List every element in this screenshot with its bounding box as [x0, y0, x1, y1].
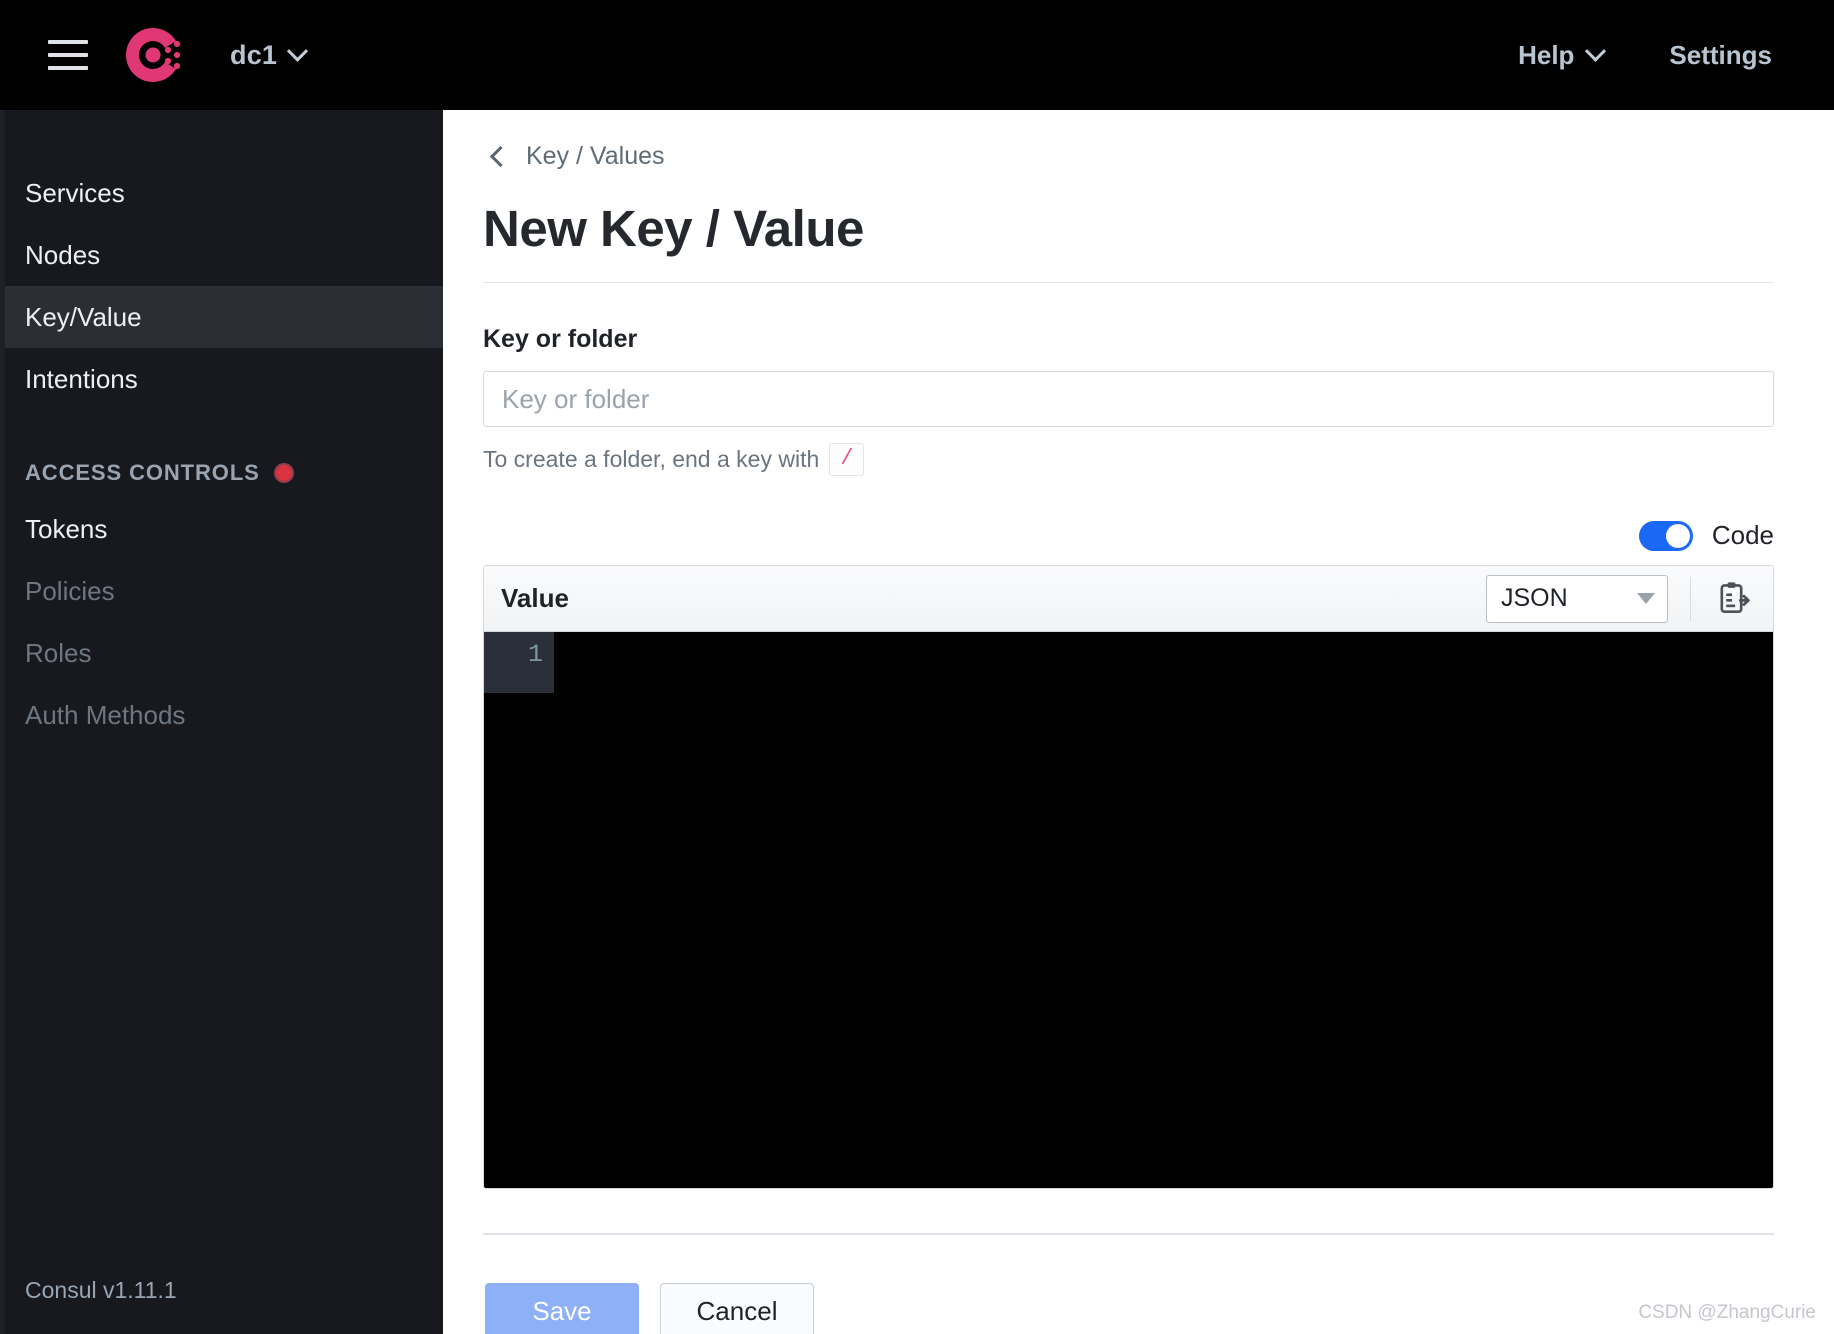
sidebar-item-policies[interactable]: Policies	[5, 560, 443, 622]
sidebar-item-label: Nodes	[25, 240, 100, 271]
key-field-label: Key or folder	[483, 325, 1774, 354]
chevron-left-icon	[490, 146, 511, 167]
triangle-down-icon	[1637, 593, 1655, 604]
sidebar-version-label: Consul v1.11.1	[5, 1277, 443, 1334]
top-nav-links: Help Settings	[1518, 40, 1772, 71]
language-select-value: JSON	[1501, 584, 1568, 613]
code-editor-area[interactable]: 1	[484, 632, 1773, 1188]
slash-code-chip: /	[829, 443, 864, 476]
hamburger-bar	[48, 40, 88, 44]
chevron-down-icon	[287, 40, 308, 61]
code-toggle-row: Code	[483, 520, 1774, 551]
breadcrumb[interactable]: Key / Values	[487, 110, 1774, 171]
hamburger-bar	[48, 66, 88, 70]
save-button[interactable]: Save	[485, 1283, 639, 1334]
settings-link[interactable]: Settings	[1669, 40, 1772, 71]
sidebar-nav: Services Nodes Key/Value Intentions ACCE…	[5, 110, 443, 746]
sidebar-item-label: Tokens	[25, 514, 107, 545]
watermark: CSDN @ZhangCurie	[1638, 1302, 1816, 1324]
sidebar: Services Nodes Key/Value Intentions ACCE…	[0, 110, 443, 1334]
sidebar-item-intentions[interactable]: Intentions	[5, 348, 443, 410]
form-actions: Save Cancel	[485, 1283, 1774, 1334]
cancel-button[interactable]: Cancel	[660, 1283, 814, 1334]
hamburger-icon[interactable]	[48, 40, 88, 70]
key-or-folder-input[interactable]	[483, 371, 1774, 427]
main-content: Key / Values New Key / Value Key or fold…	[443, 110, 1834, 1334]
consul-logo-icon[interactable]	[120, 22, 186, 88]
title-divider	[483, 282, 1774, 283]
sidebar-item-label: Roles	[25, 638, 91, 669]
datacenter-label: dc1	[230, 40, 277, 71]
clipboard-paste-icon[interactable]	[1713, 578, 1755, 620]
app-body: Services Nodes Key/Value Intentions ACCE…	[0, 110, 1834, 1334]
hamburger-bar	[48, 53, 88, 57]
sidebar-item-label: Intentions	[25, 364, 138, 395]
sidebar-item-key-value[interactable]: Key/Value	[5, 286, 443, 348]
sidebar-item-label: Policies	[25, 576, 115, 607]
sidebar-item-label: Auth Methods	[25, 700, 185, 731]
code-toggle[interactable]	[1639, 521, 1693, 551]
chevron-down-icon	[1585, 40, 1606, 61]
app-root: dc1 Help Settings Services Nodes Key/Val	[0, 0, 1834, 1334]
help-label: Help	[1518, 40, 1574, 71]
sidebar-item-roles[interactable]: Roles	[5, 622, 443, 684]
form-divider	[483, 1233, 1774, 1235]
top-navigation-bar: dc1 Help Settings	[0, 0, 1834, 110]
sidebar-item-services[interactable]: Services	[5, 162, 443, 224]
line-number: 1	[528, 640, 543, 669]
value-editor-tools: JSON	[1486, 575, 1761, 623]
value-editor-title: Value	[501, 583, 569, 614]
key-field-help: To create a folder, end a key with /	[483, 443, 1774, 476]
datacenter-selector[interactable]: dc1	[230, 40, 305, 71]
toggle-knob	[1666, 524, 1690, 548]
editor-gutter: 1	[484, 632, 554, 693]
breadcrumb-label: Key / Values	[526, 142, 665, 171]
help-menu[interactable]: Help	[1518, 40, 1603, 71]
sidebar-item-nodes[interactable]: Nodes	[5, 224, 443, 286]
sidebar-item-auth-methods[interactable]: Auth Methods	[5, 684, 443, 746]
page-title: New Key / Value	[483, 199, 1774, 258]
sidebar-section-label: ACCESS CONTROLS	[25, 460, 260, 486]
sidebar-section-access-controls: ACCESS CONTROLS	[5, 448, 443, 498]
editor-text-surface[interactable]	[554, 632, 1773, 1188]
record-dot-icon	[274, 463, 294, 483]
code-toggle-label: Code	[1712, 520, 1774, 551]
toolbar-divider	[1690, 577, 1691, 621]
sidebar-item-label: Key/Value	[25, 302, 142, 333]
sidebar-item-label: Services	[25, 178, 125, 209]
language-select[interactable]: JSON	[1486, 575, 1668, 623]
value-editor-header: Value JSON	[484, 566, 1773, 632]
value-editor: Value JSON	[483, 565, 1774, 1189]
sidebar-item-tokens[interactable]: Tokens	[5, 498, 443, 560]
key-field-help-text: To create a folder, end a key with	[483, 446, 819, 473]
